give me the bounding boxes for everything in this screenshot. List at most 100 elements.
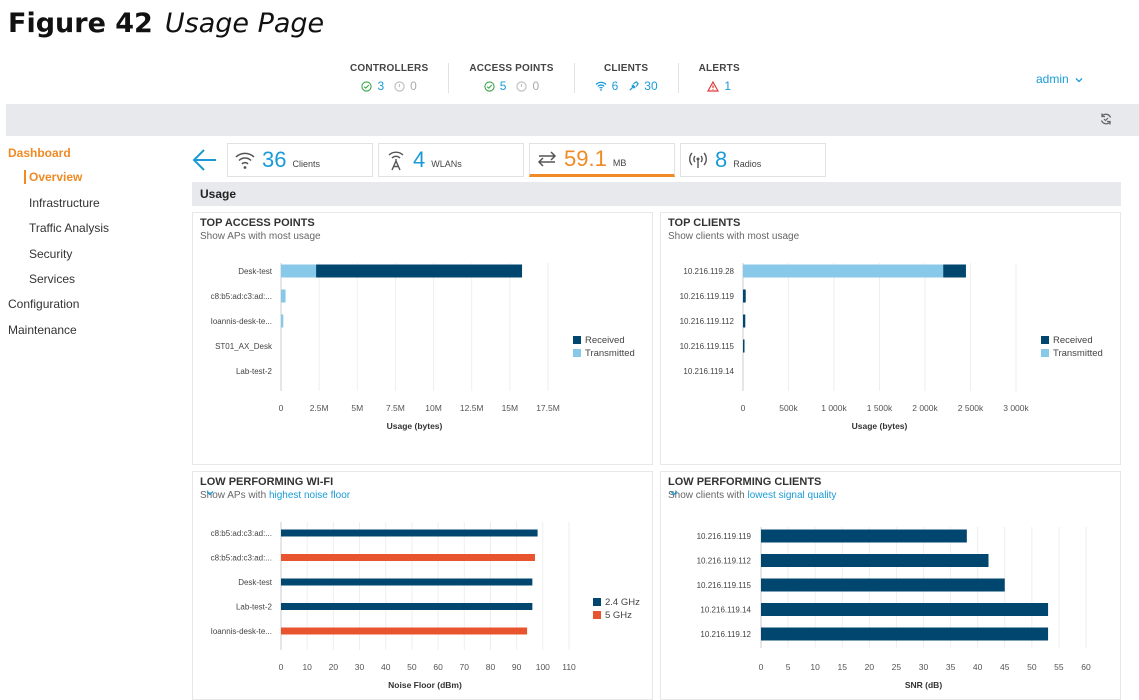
bar: [761, 554, 989, 567]
tile-usage-value: 59.1: [564, 146, 607, 171]
x-tick-label: 10: [810, 662, 820, 672]
bar: [743, 264, 944, 278]
x-tick-label: 17.5M: [536, 403, 560, 413]
tile-wlans[interactable]: 4 WLANs: [378, 143, 524, 177]
bar: [281, 529, 538, 537]
y-category-label: 10.216.119.14: [683, 367, 734, 376]
tile-usage[interactable]: 59.1 MB: [529, 143, 675, 177]
panel-low-performing-wifi: LOW PERFORMING WI-FI Show APs with highe…: [192, 471, 653, 700]
y-category-label: 10.216.119.115: [680, 342, 735, 351]
x-tick-label: 30: [355, 662, 365, 672]
bar: [943, 264, 966, 278]
nav-configuration[interactable]: Configuration: [8, 297, 79, 311]
wireless-clients-count: 6: [611, 79, 619, 93]
tile-wlans-value: 4: [413, 147, 426, 172]
wired-plug-icon: [629, 80, 640, 91]
stat-label: CLIENTS: [604, 63, 649, 74]
legend-swatch: [593, 611, 601, 619]
bar: [281, 264, 317, 278]
clock-circle-icon: [516, 80, 528, 92]
back-button[interactable]: [192, 143, 222, 177]
stat-controllers[interactable]: CONTROLLERS 3 0: [330, 63, 448, 93]
x-tick-label: 0: [279, 662, 284, 672]
y-category-label: c8:b5:ad:c3:ad:...: [211, 554, 272, 563]
low-performing-wifi-chart: 0 10 20 30 40 50 60 70 80 90 100 110 Noise Floor (dB…: [211, 522, 640, 690]
stat-label: ALERTS: [698, 63, 740, 74]
figure-label: Figure 42: [8, 8, 153, 39]
bar: [761, 627, 1049, 641]
x-tick-label: 7.5M: [386, 403, 405, 413]
controllers-down-count: 0: [410, 79, 417, 93]
x-tick-label: 40: [973, 662, 983, 672]
legend-label: Received: [585, 335, 625, 346]
nav-overview[interactable]: Overview: [24, 170, 82, 184]
x-tick-label: 50: [407, 662, 417, 672]
x-tick-label: 70: [460, 662, 470, 672]
panel-top-access-points: TOP ACCESS POINTS Show APs with most usa…: [192, 212, 653, 465]
alerts-count: 1: [724, 79, 732, 93]
stat-clients[interactable]: CLIENTS 6 30: [573, 63, 678, 93]
user-menu[interactable]: admin: [1036, 72, 1083, 86]
legend-swatch: [593, 598, 601, 606]
nav-traffic-analysis[interactable]: Traffic Analysis: [29, 221, 109, 235]
y-category-label: 10.216.119.28: [683, 267, 734, 276]
y-category-label: ST01_AX_Desk: [215, 342, 273, 351]
transfer-icon: [537, 151, 557, 167]
x-tick-label: 40: [381, 662, 391, 672]
y-category-label: Ioannis-desk-te...: [211, 627, 272, 636]
nav-dashboard[interactable]: Dashboard: [8, 146, 71, 160]
x-tick-label: 35: [946, 662, 956, 672]
figure-title: Figure 42 Usage Page: [8, 8, 324, 39]
x-tick-label: 55: [1054, 662, 1064, 672]
x-tick-label: 20: [329, 662, 339, 672]
x-tick-label: 25: [892, 662, 902, 672]
panel-low-performing-clients: LOW PERFORMING CLIENTS Show clients with…: [660, 471, 1121, 700]
antenna-icon: [388, 151, 404, 171]
tile-clients[interactable]: 36 Clients: [227, 143, 373, 177]
legend-label: 5 GHz: [605, 610, 632, 621]
x-tick-label: 45: [1000, 662, 1010, 672]
y-category-label: 10.216.119.112: [697, 557, 752, 566]
y-category-label: Ioannis-desk-te...: [211, 317, 272, 326]
x-tick-label: 0: [741, 403, 746, 413]
user-name: admin: [1036, 72, 1069, 86]
tile-radios-value: 8: [715, 147, 728, 172]
stat-alerts[interactable]: ALERTS 1: [677, 63, 760, 93]
nav-security[interactable]: Security: [29, 247, 72, 261]
tile-clients-unit: Clients: [292, 159, 320, 169]
nav-maintenance[interactable]: Maintenance: [8, 323, 77, 337]
x-tick-label: 110: [562, 662, 576, 672]
section-header: Usage: [192, 182, 1121, 206]
bar: [281, 578, 533, 586]
wired-clients-count: 30: [644, 79, 658, 93]
bar: [316, 264, 523, 278]
x-tick-label: 500k: [779, 403, 798, 413]
bar: [281, 289, 286, 303]
check-circle-icon: [484, 80, 495, 92]
refresh-icon[interactable]: [1099, 112, 1113, 126]
x-axis-label: Noise Floor (dBm): [388, 680, 462, 690]
y-category-label: 10.216.119.14: [700, 606, 751, 615]
legend-label: Transmitted: [585, 348, 635, 359]
x-tick-label: 3 000k: [1003, 403, 1029, 413]
bar: [743, 339, 745, 353]
x-tick-label: 60: [433, 662, 443, 672]
x-axis-label: Usage (bytes): [387, 421, 443, 431]
nav-services[interactable]: Services: [29, 272, 75, 286]
legend-swatch: [1041, 336, 1049, 344]
nav-infrastructure[interactable]: Infrastructure: [29, 196, 100, 210]
y-category-label: c8:b5:ad:c3:ad:...: [211, 292, 272, 301]
y-category-label: Desk-test: [238, 267, 273, 276]
x-tick-label: 0: [279, 403, 284, 413]
tile-radios[interactable]: 8 Radios: [680, 143, 826, 177]
x-axis-label: SNR (dB): [905, 680, 942, 690]
controllers-up-count: 3: [377, 79, 385, 93]
x-tick-label: 80: [486, 662, 496, 672]
bar: [761, 529, 967, 543]
stat-access-points[interactable]: ACCESS POINTS 5 0: [448, 63, 573, 93]
tile-clients-value: 36: [262, 147, 287, 172]
bar: [761, 578, 1005, 592]
legend-swatch: [1041, 349, 1049, 357]
stat-label: CONTROLLERS: [350, 63, 429, 74]
summary-tiles: 36 Clients 4 WLANs 59.1 MB 8 Radios: [192, 143, 826, 177]
